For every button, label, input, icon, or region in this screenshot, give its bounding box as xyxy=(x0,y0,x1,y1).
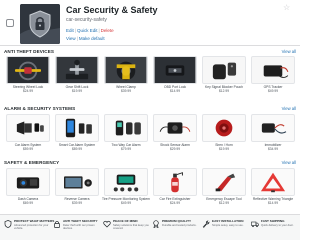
product-card-reverse-camera[interactable] xyxy=(55,168,99,196)
shield-lock-icon xyxy=(20,4,60,44)
make-default-link[interactable]: Make default xyxy=(79,36,105,41)
product-price: $39.99 xyxy=(71,201,83,205)
truck-icon xyxy=(251,221,259,228)
product-card-escape-tool[interactable] xyxy=(202,168,246,196)
feature-desc: Quick delivery to your door. xyxy=(261,224,294,227)
product-card-smart-alarm[interactable] xyxy=(55,114,99,142)
feature-item: FAST SHIPPING Quick delivery to your doo… xyxy=(251,218,297,238)
wrench-icon xyxy=(202,220,210,228)
fire-extinguisher-icon xyxy=(154,169,196,195)
product-card-tpms[interactable] xyxy=(104,168,148,196)
award-icon xyxy=(153,220,159,228)
lock-icon xyxy=(54,220,60,228)
dash-camera-icon xyxy=(7,169,49,195)
feature-desc: Durable and tested products. xyxy=(162,224,197,227)
product-price: $14.99 xyxy=(267,201,279,205)
category-title[interactable]: Car Security & Safety xyxy=(66,5,158,15)
steering-wheel-lock-icon xyxy=(7,57,49,83)
product-price: $29.99 xyxy=(169,147,181,151)
product-price: $89.99 xyxy=(71,147,83,151)
quick-edit-link[interactable]: Quick Edit xyxy=(77,28,98,33)
tpms-icon xyxy=(105,169,147,195)
view-all-safety[interactable]: View all xyxy=(282,160,296,165)
feature-desc: Advanced protection for your vehicle. xyxy=(14,224,49,231)
warning-triangle-icon xyxy=(252,169,294,195)
product-card-warning-triangle[interactable] xyxy=(251,168,295,196)
reverse-camera-icon xyxy=(56,169,98,195)
view-link[interactable]: View xyxy=(66,36,76,41)
product-price: $19.99 xyxy=(71,89,83,93)
row-actions: Edit|Quick Edit|Delete View|Make default xyxy=(66,28,114,41)
product-price: $39.99 xyxy=(120,89,132,93)
category-header: Car Security & Safety car-security-safet… xyxy=(0,0,300,46)
product-price: $24.99 xyxy=(22,89,34,93)
edit-link[interactable]: Edit xyxy=(66,28,74,33)
product-card-car-alarm[interactable] xyxy=(6,114,50,142)
section-title-safety: SAFETY & EMERGENCY xyxy=(4,160,60,165)
two-way-alarm-icon xyxy=(105,115,147,141)
feature-title: PROTECT WHAT MATTERS xyxy=(14,219,55,223)
escape-tool-icon xyxy=(203,169,245,195)
product-card-key-pouch[interactable] xyxy=(202,56,246,84)
feature-desc: Simple setup, easy to use. xyxy=(212,224,244,227)
car-alarm-icon xyxy=(7,115,49,141)
feature-title: PREMIUM QUALITY xyxy=(162,219,192,223)
product-price: $19.99 xyxy=(218,147,230,151)
section-title-anti-theft: ANTI THEFT DEVICES xyxy=(4,49,55,54)
immobilizer-icon xyxy=(252,115,294,141)
star-icon[interactable]: ☆ xyxy=(283,3,290,12)
feature-bar: PROTECT WHAT MATTERS Advanced protection… xyxy=(0,214,300,240)
category-thumbnail[interactable] xyxy=(20,4,60,44)
gps-tracker-icon xyxy=(252,57,294,83)
feature-item: PEACE OF MIND Safety solutions that keep… xyxy=(103,218,149,238)
category-slug: car-security-safety xyxy=(66,17,107,23)
select-checkbox[interactable] xyxy=(6,19,14,27)
product-price: $69.99 xyxy=(22,201,34,205)
product-card-two-way-alarm[interactable] xyxy=(104,114,148,142)
product-price: $49.99 xyxy=(267,89,279,93)
product-card-gear-shift-lock[interactable] xyxy=(55,56,99,84)
feature-title: FAST SHIPPING xyxy=(261,219,285,223)
product-price: $12.99 xyxy=(218,201,230,205)
shock-sensor-icon xyxy=(154,115,196,141)
shield-icon xyxy=(4,220,12,228)
product-price: $34.99 xyxy=(267,147,279,151)
product-card-steering-wheel-lock[interactable] xyxy=(6,56,50,84)
feature-item: ANTI THEFT SECURITY Deter theft with our… xyxy=(53,218,99,238)
feature-title: ANTI THEFT SECURITY xyxy=(63,219,98,223)
product-card-immobilizer[interactable] xyxy=(251,114,295,142)
product-price: $59.99 xyxy=(22,147,34,151)
key-pouch-icon xyxy=(203,57,245,83)
feature-title: PEACE OF MIND xyxy=(113,219,138,223)
feature-item: EASY INSTALLATION Simple setup, easy to … xyxy=(202,218,248,238)
view-all-alarm[interactable]: View all xyxy=(282,106,296,111)
feature-item: PROTECT WHAT MATTERS Advanced protection… xyxy=(4,218,54,238)
product-card-obd-port-lock[interactable] xyxy=(153,56,197,84)
section-title-alarm: ALARM & SECURITY SYSTEMS xyxy=(4,106,76,111)
feature-desc: Deter theft with our proven devices. xyxy=(63,224,95,231)
product-card-dash-camera[interactable] xyxy=(6,168,50,196)
view-all-anti-theft[interactable]: View all xyxy=(282,49,296,54)
product-price: $14.99 xyxy=(169,89,181,93)
product-card-siren[interactable] xyxy=(202,114,246,142)
heart-icon xyxy=(103,220,111,228)
feature-title: EASY INSTALLATION xyxy=(212,219,244,223)
smart-alarm-icon xyxy=(56,115,98,141)
product-card-gps-tracker[interactable] xyxy=(251,56,295,84)
obd-port-lock-icon xyxy=(154,57,196,83)
product-price: $24.99 xyxy=(169,201,181,205)
product-price: $12.99 xyxy=(218,89,230,93)
feature-desc: Safety solutions that keep you covered. xyxy=(113,224,149,231)
product-price: $49.99 xyxy=(120,201,132,205)
feature-item: PREMIUM QUALITY Durable and tested produ… xyxy=(152,218,198,238)
gear-shift-lock-icon xyxy=(56,57,98,83)
product-card-wheel-clamp[interactable] xyxy=(104,56,148,84)
delete-link[interactable]: Delete xyxy=(101,28,114,33)
product-price: $79.99 xyxy=(120,147,132,151)
wheel-clamp-icon xyxy=(105,57,147,83)
product-card-fire-extinguisher[interactable] xyxy=(153,168,197,196)
product-card-shock-sensor[interactable] xyxy=(153,114,197,142)
siren-icon xyxy=(203,115,245,141)
